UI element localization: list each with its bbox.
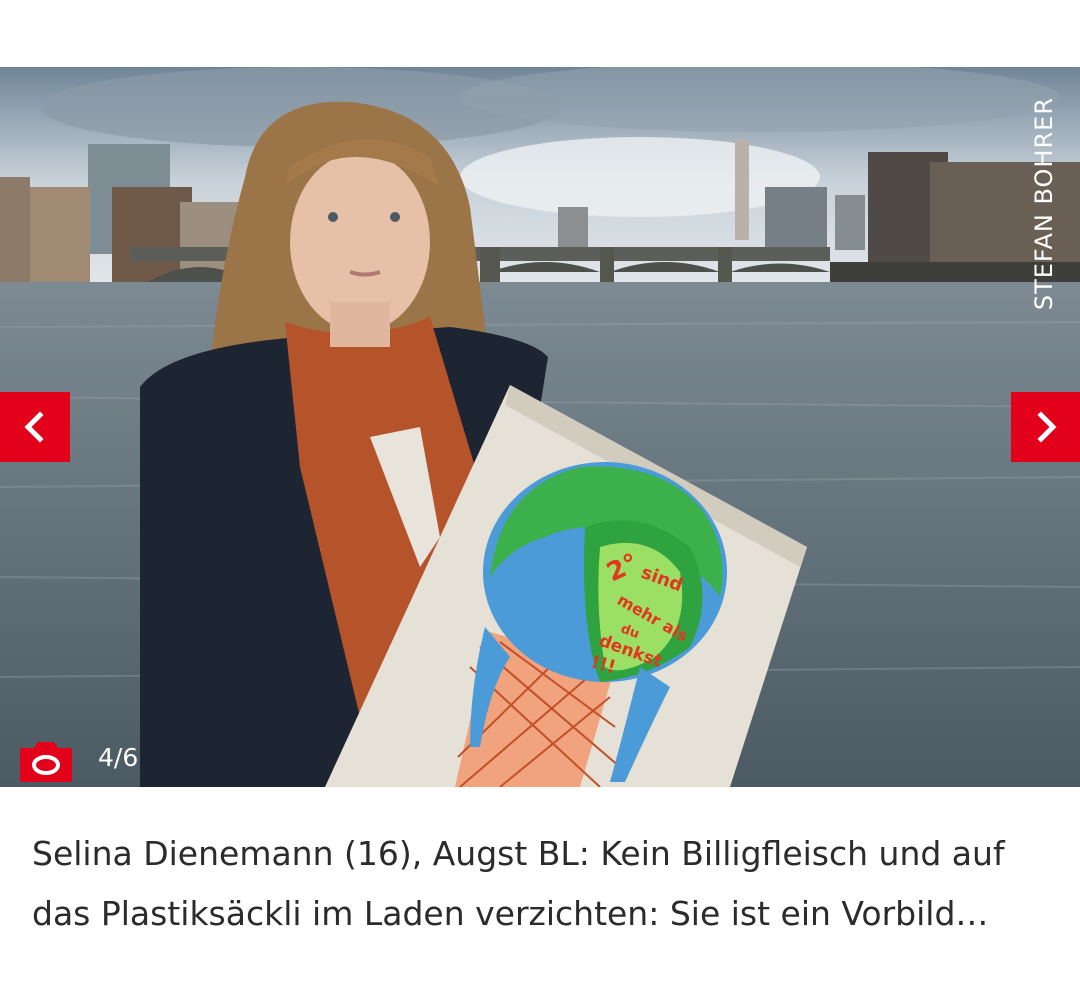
chevron-right-icon (1037, 411, 1057, 443)
photo-gallery[interactable]: 2° sind mehr als du denkst !!! STEFAN BO… (0, 67, 1080, 787)
photo-credit: STEFAN BOHRER (1030, 97, 1058, 311)
next-image-button[interactable] (1011, 392, 1080, 462)
previous-image-button[interactable] (0, 392, 70, 462)
camera-icon (20, 742, 72, 782)
image-caption: Selina Dienemann (16), Augst BL: Kein Bi… (32, 834, 1005, 933)
image-counter: 4/6 (98, 743, 139, 772)
chevron-left-icon (24, 411, 44, 443)
gallery-photo[interactable]: 2° sind mehr als du denkst !!! (0, 67, 1080, 787)
